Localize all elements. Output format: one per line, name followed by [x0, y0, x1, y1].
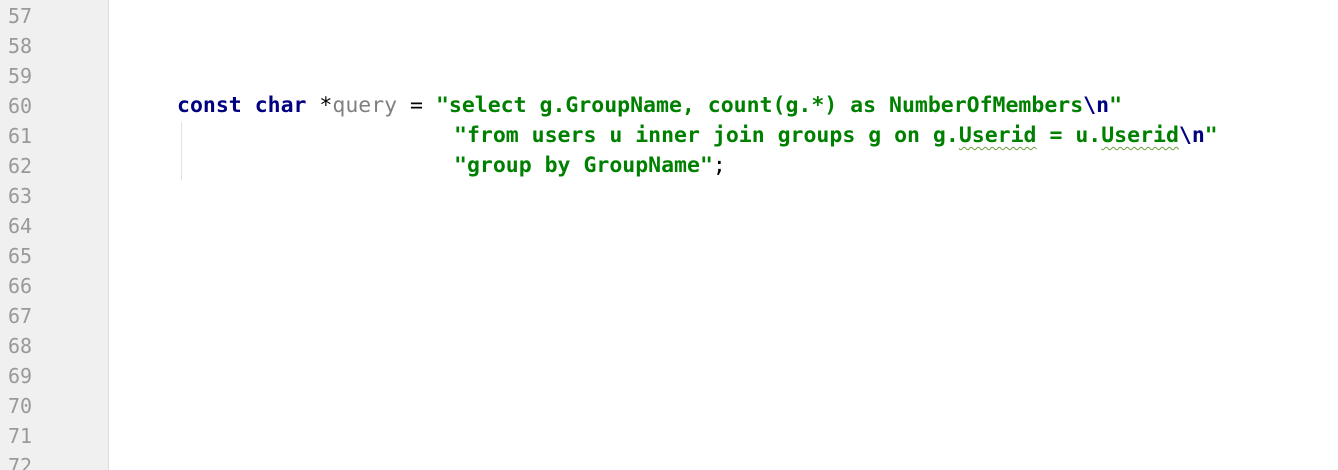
string-literal: "select g.GroupName, count(g.*) as Numbe…: [435, 93, 1084, 118]
indent-guide: [181, 122, 182, 180]
line-number: 57: [8, 4, 33, 28]
identifier-query: query: [332, 93, 398, 118]
string-quote: ": [1109, 93, 1123, 118]
string-literal: "group by GroupName": [454, 153, 713, 178]
string-literal: = u.: [1036, 123, 1102, 148]
code-line-61[interactable]: "from users u inner join groups g on g.U…: [454, 121, 1218, 151]
code-line-62[interactable]: "group by GroupName";: [454, 151, 726, 181]
escape-sequence: \n: [1178, 123, 1205, 148]
line-number: 64: [8, 214, 33, 238]
string-literal: "from users u inner join groups g on g.: [454, 123, 959, 148]
line-number: 72: [8, 454, 33, 470]
spelling-warning: Userid: [1101, 123, 1179, 148]
code-editor[interactable]: 57 58 59 60 61 62 63 64 65 66 67 68 69 7…: [0, 0, 1338, 470]
code-text-area[interactable]: const char *query = "select g.GroupName,…: [109, 0, 1338, 470]
line-number: 67: [8, 304, 33, 328]
spelling-warning: Userid: [958, 123, 1037, 148]
line-number-gutter[interactable]: 57 58 59 60 61 62 63 64 65 66 67 68 69 7…: [0, 0, 109, 470]
keyword-char: char: [254, 93, 307, 118]
string-quote: ": [1204, 123, 1218, 148]
line-number: 59: [8, 64, 33, 88]
line-number: 65: [8, 244, 33, 268]
line-number: 62: [8, 154, 33, 178]
line-number: 68: [8, 334, 33, 358]
line-number: 60: [8, 94, 33, 118]
line-number: 61: [8, 124, 33, 148]
line-number: 70: [8, 394, 33, 418]
line-number: 63: [8, 184, 33, 208]
code-line-60[interactable]: const char *query = "select g.GroupName,…: [177, 91, 1122, 121]
escape-sequence: \n: [1083, 93, 1110, 118]
semicolon: ;: [712, 153, 726, 178]
line-number: 66: [8, 274, 33, 298]
line-number: 71: [8, 424, 33, 448]
keyword-const: const: [177, 93, 242, 118]
pointer-operator: *: [319, 93, 333, 118]
assign-operator: =: [397, 93, 436, 118]
line-number: 69: [8, 364, 33, 388]
line-number: 58: [8, 34, 33, 58]
